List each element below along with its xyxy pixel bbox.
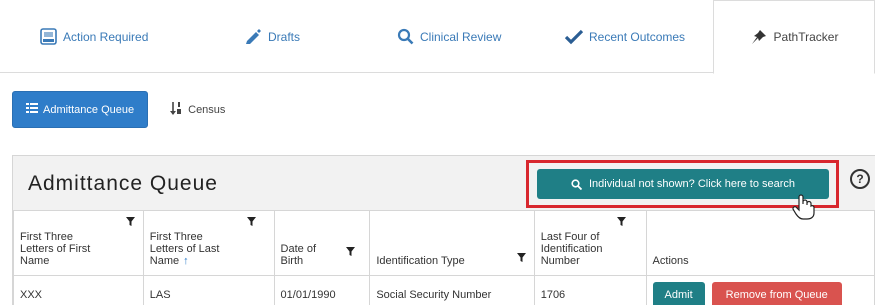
tab-action-required[interactable]: Action Required <box>40 0 148 73</box>
inbox-icon <box>40 28 57 45</box>
filter-icon[interactable] <box>246 217 256 229</box>
cell-first: XXX <box>13 274 144 305</box>
table-row: XXX LAS 01/01/1990 Social Security Numbe… <box>13 274 875 305</box>
tab-drafts[interactable]: Drafts <box>245 0 300 73</box>
table-header-row: First Three Letters of First Name First … <box>13 211 875 276</box>
tab-pathtracker[interactable]: PathTracker <box>713 0 875 74</box>
filter-icon[interactable] <box>516 252 526 265</box>
cell-id-type: Social Security Number <box>369 274 535 305</box>
tab-label: Clinical Review <box>420 29 502 44</box>
remove-from-queue-button[interactable]: Remove from Queue <box>711 282 842 305</box>
col-first-name[interactable]: First Three Letters of First Name <box>13 211 144 276</box>
help-icon[interactable]: ? <box>850 169 870 189</box>
sub-navigation: Admittance Queue Census <box>12 91 225 128</box>
tab-label: Recent Outcomes <box>589 29 686 44</box>
admittance-table: First Three Letters of First Name First … <box>13 211 875 305</box>
admit-button[interactable]: Admit <box>652 282 705 305</box>
col-label: Date of Birth <box>280 242 316 267</box>
col-last-four[interactable]: Last Four of Identification Number <box>533 211 647 276</box>
col-dob[interactable]: Date of Birth <box>273 211 371 276</box>
filter-icon[interactable] <box>125 217 135 229</box>
main-tabs: Action Required Drafts Clinical Review R… <box>0 0 875 74</box>
col-label: Actions <box>652 254 689 267</box>
admittance-queue-button[interactable]: Admittance Queue <box>12 91 149 128</box>
check-icon <box>565 29 583 45</box>
tab-label: PathTracker <box>773 30 839 44</box>
pin-icon <box>750 28 768 46</box>
cell-last: LAS <box>142 274 275 305</box>
tab-label: Action Required <box>63 29 149 44</box>
filter-icon[interactable] <box>346 247 356 259</box>
search-button-label: Individual not shown? Click here to sear… <box>588 178 796 190</box>
tab-clinical-review[interactable]: Clinical Review <box>397 0 501 73</box>
col-label: First Three Letters of Last Name ↑ <box>150 231 234 267</box>
panel-title: Admittance Queue <box>28 172 218 195</box>
col-label: Identification Type <box>376 254 465 267</box>
search-icon <box>397 28 414 45</box>
list-icon <box>26 103 38 116</box>
census-label: Census <box>188 103 226 116</box>
individual-search-button[interactable]: Individual not shown? Click here to sear… <box>537 169 829 199</box>
col-last-name[interactable]: First Three Letters of Last Name ↑ <box>142 211 275 276</box>
admittance-queue-label: Admittance Queue <box>43 103 135 116</box>
col-label: First Three Letters of First Name <box>20 230 91 267</box>
search-icon <box>571 178 582 190</box>
col-actions: Actions <box>645 211 875 276</box>
tab-recent-outcomes[interactable]: Recent Outcomes <box>565 0 685 73</box>
filter-icon[interactable] <box>616 217 626 229</box>
cell-last-four: 1706 <box>533 274 647 305</box>
admittance-queue-panel: Admittance Queue Individual not shown? C… <box>12 155 875 305</box>
census-link[interactable]: Census <box>170 101 226 118</box>
panel-header: Admittance Queue Individual not shown? C… <box>13 156 875 220</box>
col-label: Last Four of Identification Number <box>540 230 603 267</box>
col-id-type[interactable]: Identification Type <box>369 211 535 276</box>
row-actions: Admit Remove from Queue <box>652 282 868 305</box>
cell-actions: Admit Remove from Queue <box>645 274 875 305</box>
cell-dob: 01/01/1990 <box>273 274 371 305</box>
tab-label: Drafts <box>268 29 301 44</box>
sort-numeric-icon <box>170 101 182 118</box>
pen-icon <box>245 28 262 45</box>
sort-up-icon[interactable]: ↑ <box>183 255 189 267</box>
